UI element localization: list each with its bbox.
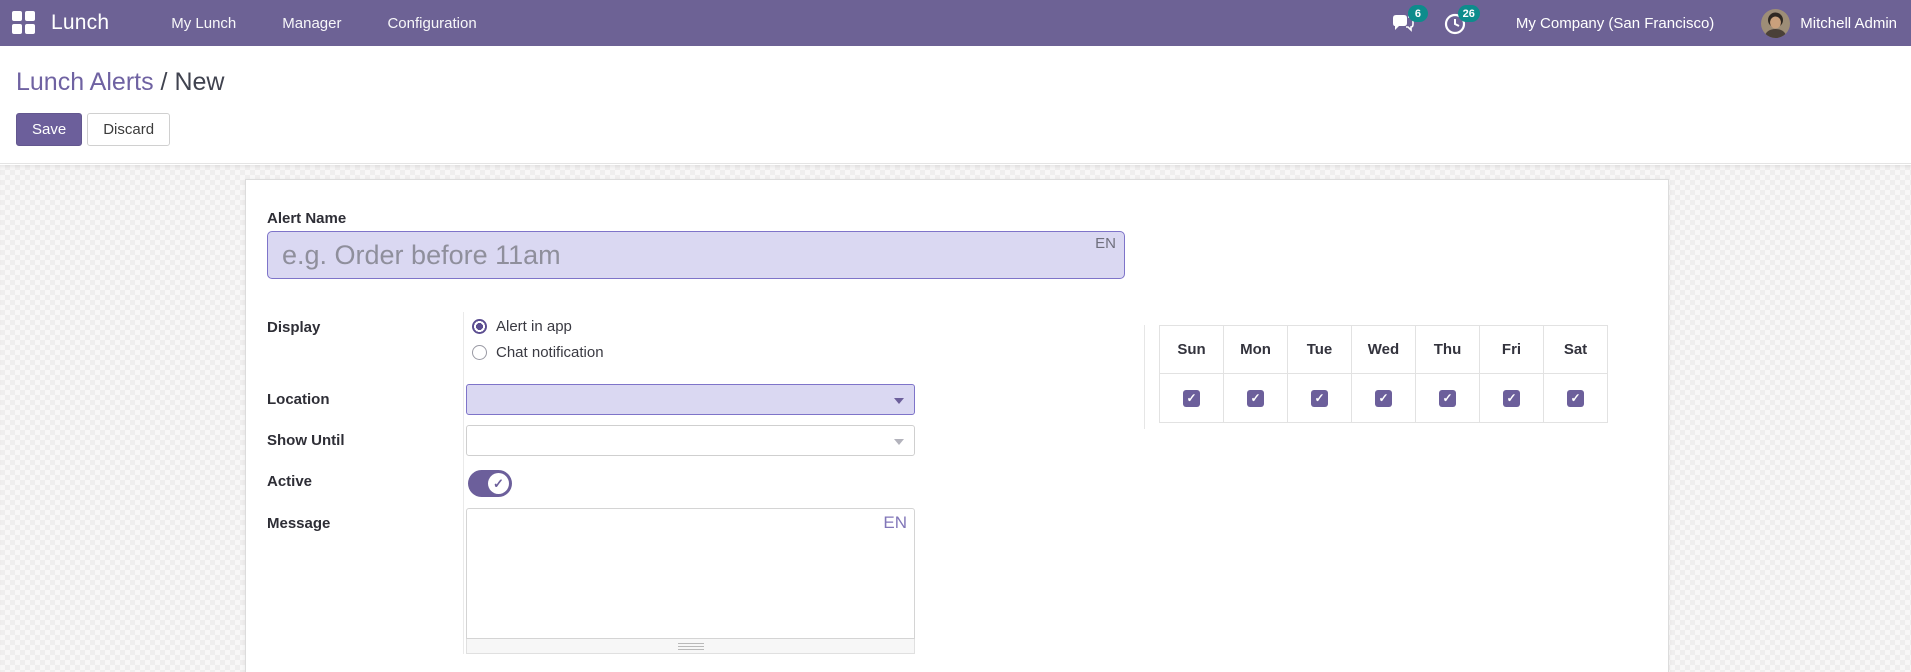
- message-wrap: EN: [466, 508, 915, 654]
- message-lang-tag[interactable]: EN: [883, 513, 907, 533]
- location-label: Location: [267, 384, 463, 425]
- toggle-check-icon: ✓: [488, 473, 509, 494]
- active-toggle[interactable]: ✓: [468, 470, 512, 497]
- show-until-row: Show Until: [267, 425, 927, 466]
- app-brand: Lunch: [51, 11, 109, 35]
- save-button[interactable]: Save: [16, 113, 82, 146]
- chevron-down-icon: [894, 439, 904, 445]
- control-panel: Lunch Alerts / New Save Discard: [0, 46, 1911, 164]
- avatar-image: [1761, 9, 1790, 38]
- day-header-mon: Mon: [1224, 326, 1288, 374]
- location-dropdown[interactable]: [466, 384, 915, 415]
- days-table: SunMonTueWedThuFriSat: [1159, 325, 1608, 423]
- message-resize-handle[interactable]: [466, 639, 915, 654]
- radio-option-chat-notification[interactable]: Chat notification: [472, 344, 916, 361]
- form-sheet: Alert Name EN Display Alert in app Chat n…: [245, 179, 1669, 672]
- breadcrumb: Lunch Alerts / New: [16, 68, 224, 97]
- day-checkbox-thu[interactable]: [1439, 390, 1456, 407]
- breadcrumb-current: New: [174, 68, 224, 96]
- topbar-right: 6 26 My Company (San Francisco) Mitchell…: [1390, 9, 1911, 38]
- resize-grip-icon: [678, 643, 704, 650]
- activities-icon[interactable]: 26: [1442, 10, 1468, 36]
- radio-icon: [472, 345, 487, 360]
- display-radio-group: Alert in app Chat notification: [466, 312, 916, 365]
- breadcrumb-separator: /: [154, 68, 175, 96]
- radio-label: Alert in app: [496, 318, 572, 335]
- message-label: Message: [267, 508, 463, 654]
- radio-icon: [472, 319, 487, 334]
- user-menu[interactable]: Mitchell Admin: [1800, 15, 1897, 32]
- day-header-fri: Fri: [1480, 326, 1544, 374]
- alert-name-wrap: EN: [267, 231, 1125, 279]
- day-checkbox-wed[interactable]: [1375, 390, 1392, 407]
- day-header-sat: Sat: [1544, 326, 1608, 374]
- apps-menu-icon[interactable]: [12, 11, 36, 35]
- company-switcher[interactable]: My Company (San Francisco): [1516, 15, 1714, 32]
- control-panel-buttons: Save Discard: [16, 113, 170, 146]
- alert-name-input[interactable]: [267, 231, 1125, 279]
- day-checkbox-sun[interactable]: [1183, 390, 1200, 407]
- radio-option-alert-in-app[interactable]: Alert in app: [472, 318, 916, 335]
- alert-name-label: Alert Name: [267, 210, 346, 227]
- day-header-wed: Wed: [1352, 326, 1416, 374]
- day-checkbox-fri[interactable]: [1503, 390, 1520, 407]
- day-header-sun: Sun: [1160, 326, 1224, 374]
- breadcrumb-parent[interactable]: Lunch Alerts: [16, 68, 154, 96]
- menu-item-configuration[interactable]: Configuration: [387, 15, 476, 32]
- alert-name-lang-tag[interactable]: EN: [1095, 235, 1116, 252]
- day-checkbox-mon[interactable]: [1247, 390, 1264, 407]
- app-window: Lunch My Lunch Manager Configuration 6 26 …: [0, 0, 1911, 672]
- display-label: Display: [267, 312, 463, 384]
- days-checkbox-row: [1160, 374, 1608, 423]
- user-avatar[interactable]: [1761, 9, 1790, 38]
- day-header-tue: Tue: [1288, 326, 1352, 374]
- left-field-group: Display Alert in app Chat notification Lo…: [267, 312, 927, 654]
- discard-button[interactable]: Discard: [87, 113, 170, 146]
- topbar: Lunch My Lunch Manager Configuration 6 26 …: [0, 0, 1911, 46]
- activities-badge: 26: [1458, 5, 1480, 22]
- show-until-dropdown[interactable]: [466, 425, 915, 456]
- content-area: Alert Name EN Display Alert in app Chat n…: [0, 165, 1911, 672]
- active-label: Active: [267, 466, 463, 508]
- menu-item-manager[interactable]: Manager: [282, 15, 341, 32]
- location-row: Location: [267, 384, 927, 425]
- days-divider: [1144, 325, 1145, 429]
- message-textarea[interactable]: [466, 508, 915, 639]
- day-checkbox-tue[interactable]: [1311, 390, 1328, 407]
- chevron-down-icon: [894, 398, 904, 404]
- message-row: Message EN: [267, 508, 927, 654]
- day-checkbox-sat[interactable]: [1567, 390, 1584, 407]
- show-until-label: Show Until: [267, 425, 463, 466]
- days-header-row: SunMonTueWedThuFriSat: [1160, 326, 1608, 374]
- display-row: Display Alert in app Chat notification: [267, 312, 927, 384]
- menu-item-my-lunch[interactable]: My Lunch: [171, 15, 236, 32]
- messages-badge: 6: [1408, 5, 1428, 22]
- messages-icon[interactable]: 6: [1390, 10, 1416, 36]
- topbar-menu: My Lunch Manager Configuration: [171, 15, 476, 32]
- day-header-thu: Thu: [1416, 326, 1480, 374]
- active-row: Active ✓: [267, 466, 927, 508]
- radio-label: Chat notification: [496, 344, 604, 361]
